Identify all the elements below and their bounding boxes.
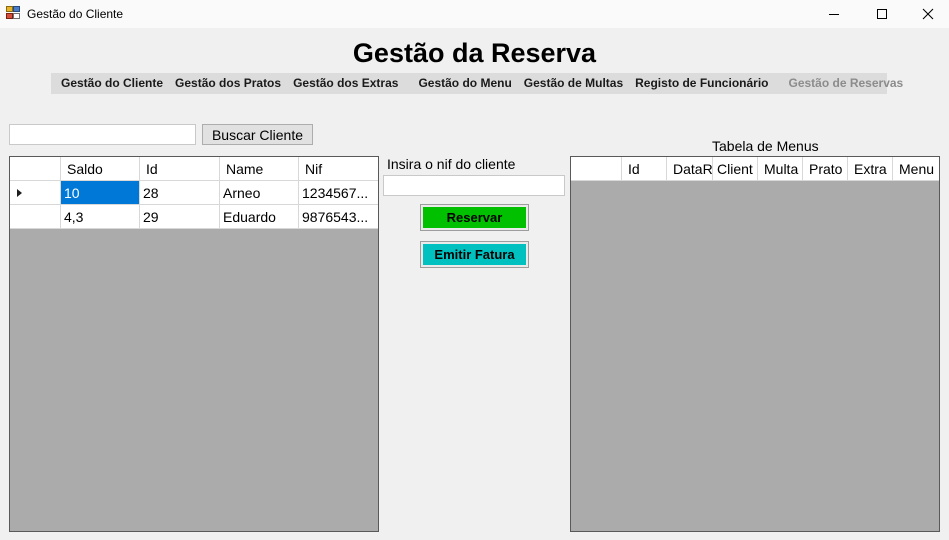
table-row[interactable]: 4,3 29 Eduardo 9876543...	[10, 205, 378, 229]
row-header[interactable]	[10, 205, 61, 229]
menu-item-gestao-reservas[interactable]: Gestão de Reservas	[782, 73, 909, 94]
column-header-saldo[interactable]: Saldo	[61, 157, 140, 181]
emitir-fatura-button[interactable]: Emitir Fatura	[420, 241, 529, 268]
column-header-datar[interactable]: DataR	[667, 157, 713, 181]
page-title: Gestão da Reserva	[352, 38, 597, 68]
menus-grid[interactable]: Id DataR Client Multa Prato Extra Menu	[570, 156, 940, 532]
cell-nif[interactable]: 9876543...	[299, 205, 378, 229]
cell-name[interactable]: Eduardo	[220, 205, 299, 229]
cell-id[interactable]: 28	[140, 181, 220, 205]
app-icon	[6, 6, 21, 20]
cell-saldo[interactable]: 4,3	[61, 205, 140, 229]
nif-label: Insira o nif do cliente	[387, 156, 516, 172]
table-row[interactable]: 10 28 Arneo 1234567...	[10, 181, 378, 205]
maximize-icon	[877, 9, 887, 19]
cell-id[interactable]: 29	[140, 205, 220, 229]
menus-table-title: Tabela de Menus	[712, 138, 819, 154]
title-bar: Gestão do Cliente	[0, 0, 949, 28]
menu-item-gestao-pratos[interactable]: Gestão dos Pratos	[169, 73, 287, 94]
menu-item-gestao-extras[interactable]: Gestão dos Extras	[287, 73, 412, 94]
cell-name[interactable]: Arneo	[220, 181, 299, 205]
column-header-extra[interactable]: Extra	[848, 157, 893, 181]
clients-grid[interactable]: Saldo Id Name Nif 10 28 Arneo 1234567...…	[9, 156, 379, 532]
menu-item-registo-funcionario[interactable]: Registo de Funcionário	[629, 73, 782, 94]
close-icon	[922, 8, 934, 20]
cell-saldo[interactable]: 10	[61, 181, 140, 205]
column-header-name[interactable]: Name	[220, 157, 299, 181]
minimize-icon	[829, 14, 839, 15]
column-header-menu[interactable]: Menu	[893, 157, 939, 181]
buscar-cliente-button[interactable]: Buscar Cliente	[202, 124, 313, 145]
nif-input[interactable]	[383, 175, 565, 196]
menus-grid-header: Id DataR Client Multa Prato Extra Menu	[571, 157, 939, 181]
menu-item-gestao-multas[interactable]: Gestão de Multas	[518, 73, 629, 94]
row-header-corner	[10, 157, 61, 181]
current-row-arrow-icon	[17, 189, 22, 197]
column-header-id[interactable]: Id	[622, 157, 667, 181]
minimize-button[interactable]	[811, 0, 857, 28]
row-header-corner	[571, 157, 622, 181]
menu-item-gestao-menu[interactable]: Gestão do Menu	[412, 73, 517, 94]
column-header-multa[interactable]: Multa	[758, 157, 803, 181]
column-header-client[interactable]: Client	[713, 157, 758, 181]
cell-nif[interactable]: 1234567...	[299, 181, 378, 205]
reservar-button[interactable]: Reservar	[420, 204, 529, 231]
row-header[interactable]	[10, 181, 61, 205]
search-input[interactable]	[9, 124, 196, 145]
menu-item-gestao-cliente[interactable]: Gestão do Cliente	[55, 73, 169, 94]
menu-bar: Gestão do Cliente Gestão dos Pratos Gest…	[51, 73, 903, 94]
clients-grid-header: Saldo Id Name Nif	[10, 157, 378, 181]
window-title: Gestão do Cliente	[27, 7, 124, 21]
maximize-button[interactable]	[859, 0, 905, 28]
column-header-id[interactable]: Id	[140, 157, 220, 181]
column-header-nif[interactable]: Nif	[299, 157, 378, 181]
close-button[interactable]	[905, 0, 949, 28]
column-header-prato[interactable]: Prato	[803, 157, 848, 181]
